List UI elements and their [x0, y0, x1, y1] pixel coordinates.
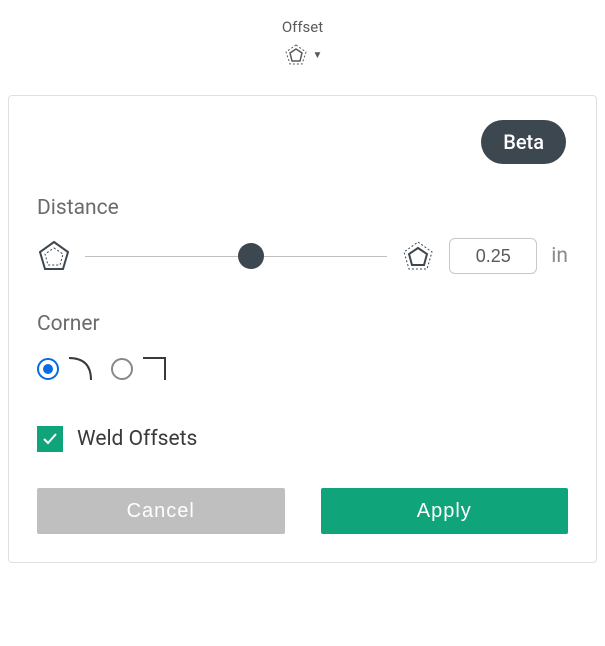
- offset-settings-panel: Beta Distance in Corner: [8, 95, 597, 563]
- slider-thumb[interactable]: [238, 243, 264, 269]
- beta-badge: Beta: [481, 120, 566, 164]
- round-corner-icon: [65, 354, 95, 384]
- cancel-button[interactable]: Cancel: [37, 488, 285, 534]
- check-icon: [41, 430, 59, 448]
- corner-square-option[interactable]: [111, 354, 169, 384]
- weld-offsets-label: Weld Offsets: [77, 427, 197, 451]
- offset-pentagon-icon: [283, 42, 309, 68]
- radio-icon: [37, 358, 59, 380]
- offset-outward-icon: [401, 239, 435, 273]
- tool-title: Offset: [0, 18, 605, 36]
- corner-label: Corner: [37, 312, 568, 336]
- weld-offsets-row: Weld Offsets: [37, 426, 568, 452]
- corner-options: [37, 354, 568, 384]
- action-buttons: Cancel Apply: [37, 488, 568, 534]
- distance-unit: in: [551, 244, 568, 268]
- weld-offsets-checkbox[interactable]: [37, 426, 63, 452]
- corner-round-option[interactable]: [37, 354, 95, 384]
- tool-dropdown[interactable]: ▼: [283, 42, 323, 68]
- distance-slider[interactable]: [85, 242, 387, 270]
- apply-button[interactable]: Apply: [321, 488, 569, 534]
- distance-label: Distance: [37, 196, 568, 220]
- distance-row: in: [37, 238, 568, 274]
- chevron-down-icon: ▼: [313, 50, 323, 61]
- slider-track: [85, 256, 387, 257]
- square-corner-icon: [139, 354, 169, 384]
- radio-icon: [111, 358, 133, 380]
- distance-input[interactable]: [449, 238, 537, 274]
- offset-inward-icon: [37, 239, 71, 273]
- tool-header: Offset ▼: [0, 0, 605, 72]
